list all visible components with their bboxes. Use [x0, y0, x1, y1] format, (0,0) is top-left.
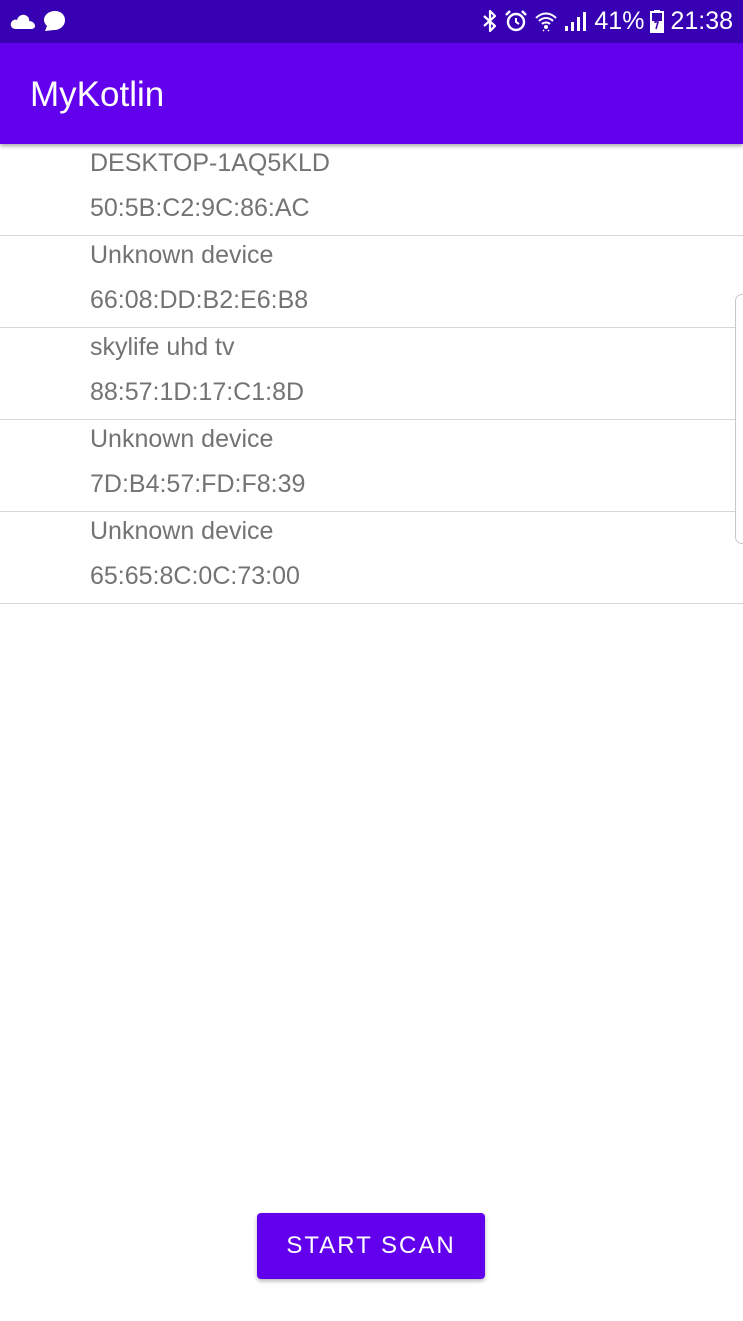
list-item[interactable]: DESKTOP-1AQ5KLD 50:5B:C2:9C:86:AC: [0, 144, 743, 236]
list-item[interactable]: skylife uhd tv 88:57:1D:17:C1:8D: [0, 328, 743, 420]
list-item[interactable]: Unknown device 66:08:DD:B2:E6:B8: [0, 236, 743, 328]
app-bar: MyKotlin: [0, 43, 743, 144]
status-left-icons: [10, 8, 66, 34]
wifi-icon: [534, 9, 558, 33]
device-name: Unknown device: [90, 517, 274, 545]
alarm-icon: [504, 9, 528, 33]
device-mac: 50:5B:C2:9C:86:AC: [90, 194, 310, 222]
status-bar: 41% 21:38: [0, 0, 743, 43]
list-item[interactable]: Unknown device 7D:B4:57:FD:F8:39: [0, 420, 743, 512]
device-list: DESKTOP-1AQ5KLD 50:5B:C2:9C:86:AC Unknow…: [0, 144, 743, 604]
device-mac: 88:57:1D:17:C1:8D: [90, 378, 305, 406]
device-mac: 66:08:DD:B2:E6:B8: [90, 286, 309, 314]
bluetooth-icon: [482, 9, 498, 33]
notification-bubble-icon: [42, 10, 66, 32]
device-name: Unknown device: [90, 425, 274, 453]
battery-icon: [650, 9, 665, 33]
start-scan-button[interactable]: START SCAN: [257, 1213, 485, 1279]
status-right-icons: 41% 21:38: [482, 6, 733, 36]
device-name: DESKTOP-1AQ5KLD: [90, 149, 330, 177]
device-name: skylife uhd tv: [90, 333, 235, 361]
edge-panel-handle[interactable]: [735, 294, 743, 544]
device-name: Unknown device: [90, 241, 274, 269]
signal-icon: [564, 10, 588, 32]
device-mac: 7D:B4:57:FD:F8:39: [90, 470, 306, 498]
clock-time: 21:38: [670, 7, 733, 35]
cloud-icon: [10, 12, 36, 30]
battery-percent: 41%: [594, 7, 645, 35]
device-mac: 65:65:8C:0C:73:00: [90, 562, 300, 590]
app-title: MyKotlin: [30, 75, 165, 114]
list-item[interactable]: Unknown device 65:65:8C:0C:73:00: [0, 512, 743, 604]
